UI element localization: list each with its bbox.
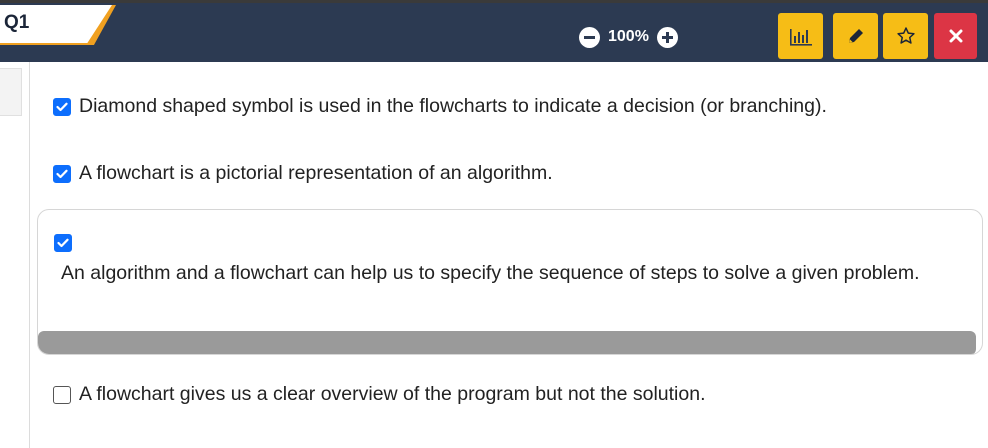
option-3-card[interactable]: An algorithm and a flowchart can help us… [37, 209, 983, 355]
star-icon [896, 27, 915, 44]
checkmark-icon [56, 102, 68, 111]
favorite-button[interactable] [883, 13, 928, 59]
minus-circle-icon[interactable] [579, 26, 600, 48]
checkbox-unchecked[interactable] [53, 385, 71, 404]
close-icon [949, 29, 962, 43]
sidebar-panel [0, 62, 30, 448]
question-label: Q1 [4, 12, 30, 33]
checkbox-checked[interactable] [53, 164, 71, 183]
option-2[interactable]: A flowchart is a pictorial representatio… [53, 162, 553, 185]
pencil-icon [848, 29, 863, 43]
checkmark-icon [57, 238, 69, 248]
plus-circle-icon[interactable] [656, 26, 678, 48]
option-text: An algorithm and a flowchart can help us… [61, 262, 920, 284]
top-bar: Q1 100% [0, 0, 988, 62]
option-1[interactable]: Diamond shaped symbol is used in the flo… [53, 95, 827, 118]
bar-chart-icon [789, 29, 812, 46]
sidebar-toggle[interactable] [0, 68, 22, 116]
edit-button[interactable] [833, 13, 878, 59]
option-text: A flowchart is a pictorial representatio… [79, 162, 553, 184]
zoom-control: 100% [579, 24, 678, 50]
zoom-level: 100% [608, 28, 649, 45]
chart-button[interactable] [778, 13, 823, 59]
checkbox-checked[interactable] [53, 97, 71, 116]
close-button[interactable] [934, 13, 977, 59]
option-text: A flowchart gives us a clear overview of… [79, 383, 706, 405]
checkmark-icon [56, 169, 68, 178]
horizontal-scrollbar[interactable] [38, 331, 976, 354]
option-4[interactable]: A flowchart gives us a clear overview of… [53, 383, 706, 406]
checkbox-checked[interactable] [54, 234, 72, 252]
option-text: Diamond shaped symbol is used in the flo… [79, 95, 827, 117]
